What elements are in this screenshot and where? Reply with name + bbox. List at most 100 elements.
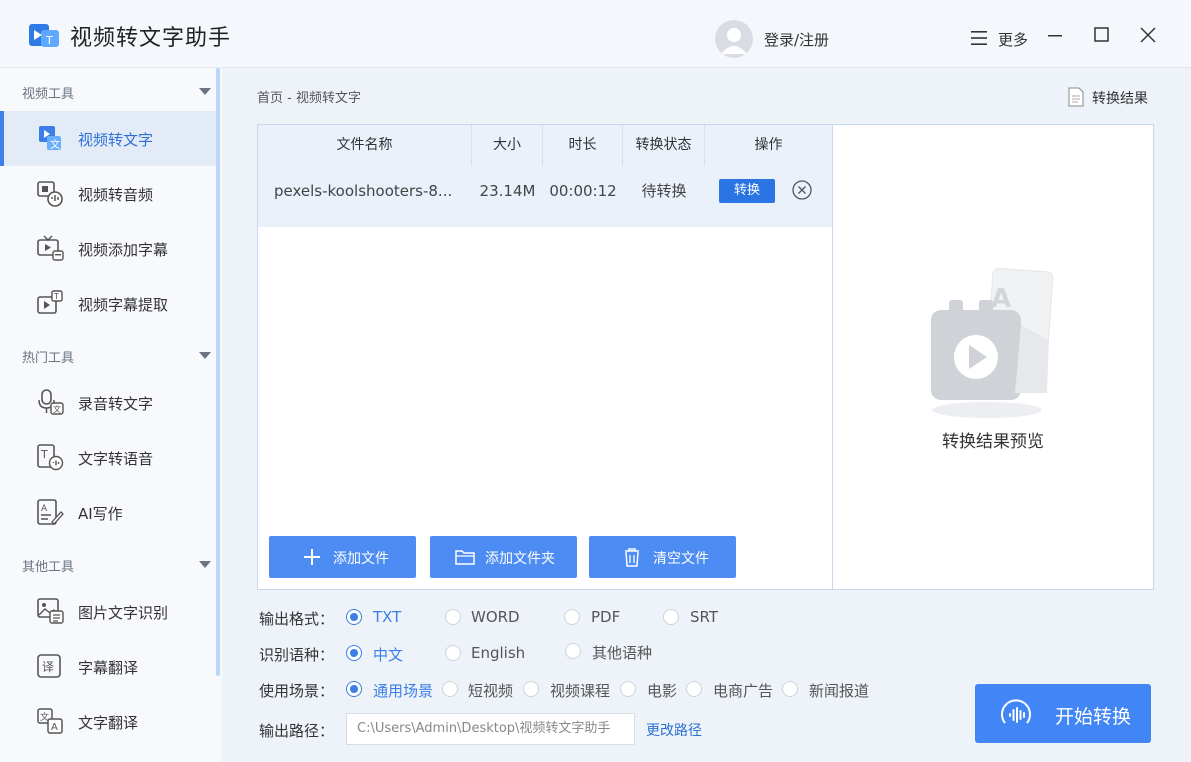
sidebar-item-text-translate[interactable]: 文 A 文字翻译 [0, 694, 216, 749]
sidebar-item-label: 字幕翻译 [78, 659, 139, 677]
language-radio-english[interactable] [445, 645, 461, 661]
clear-files-label: 清空文件 [653, 551, 709, 567]
sidebar-scrollbar[interactable] [216, 68, 220, 676]
sidebar-item-label: 录音转文字 [78, 395, 154, 413]
language-option-english[interactable]: English [471, 644, 525, 662]
scene-option-general[interactable]: 通用场景 [373, 680, 433, 701]
sidebar-item-extract-subtitle[interactable]: T 视频字幕提取 [0, 276, 216, 331]
maximize-icon[interactable] [1091, 24, 1113, 46]
sidebar-item-label: AI写作 [78, 505, 123, 523]
close-icon[interactable] [1137, 24, 1159, 46]
add-folder-button[interactable]: 添加文件夹 [430, 536, 577, 578]
table-row[interactable]: pexels-koolshooters-8... 23.14M 00:00:12… [258, 166, 832, 227]
file-duration: 00:00:12 [549, 182, 617, 200]
format-option-txt[interactable]: TXT [373, 608, 401, 626]
more-button[interactable]: 更多 [998, 29, 1028, 50]
sidebar-item-text-to-speech[interactable]: T 文字转语音 [0, 430, 216, 485]
output-path-input[interactable]: C:\Users\Admin\Desktop\视频转文字助手 [346, 713, 635, 745]
scene-radio-short-video[interactable] [442, 681, 458, 697]
format-option-word[interactable]: WORD [471, 608, 520, 626]
sidebar-item-label: 文字转语音 [78, 450, 154, 468]
group-other-tools[interactable]: 其他工具 [0, 543, 216, 583]
svg-text:文: 文 [53, 404, 61, 414]
language-option-other[interactable]: 其他语种 [592, 642, 652, 663]
file-name: pexels-koolshooters-8... [274, 182, 453, 200]
file-size: 23.14M [479, 182, 536, 200]
menu-icon[interactable] [970, 29, 988, 47]
scene-option-course[interactable]: 视频课程 [550, 680, 610, 701]
clear-files-button[interactable]: 清空文件 [589, 536, 736, 578]
scene-radio-news[interactable] [782, 681, 798, 697]
group-hot-tools[interactable]: 热门工具 [0, 334, 216, 374]
sidebar-item-subtitle-translate[interactable]: 译 字幕翻译 [0, 639, 216, 694]
login-link[interactable]: 登录/注册 [764, 29, 829, 50]
language-radio-other[interactable] [565, 643, 581, 659]
table-header: 文件名称 大小 时长 转换状态 操作 [258, 125, 832, 166]
format-radio-word[interactable] [445, 609, 461, 625]
svg-text:A: A [51, 722, 58, 733]
output-format-row: 输出格式： TXT WORD PDF SRT [259, 606, 959, 630]
minimize-icon[interactable] [1044, 24, 1066, 46]
file-list-panel: 文件名称 大小 时长 转换状态 操作 pexels-koolshooters-8… [257, 124, 833, 590]
format-option-pdf[interactable]: PDF [591, 608, 620, 626]
scene-row: 使用场景： 通用场景 短视频 视频课程 电影 电商广告 新闻报道 [259, 678, 959, 702]
svg-text:A: A [991, 284, 1011, 314]
language-radio-chinese[interactable] [346, 645, 362, 661]
avatar[interactable] [715, 20, 753, 58]
scene-radio-general[interactable] [346, 681, 362, 697]
svg-text:文: 文 [50, 138, 60, 151]
language-label: 识别语种： [259, 646, 335, 664]
text-to-speech-icon: T [37, 444, 64, 471]
sidebar-item-label: 文字翻译 [78, 714, 139, 732]
sidebar-item-ai-writing[interactable]: A AI写作 [0, 485, 216, 540]
output-format-label: 输出格式： [259, 610, 335, 628]
column-header-name: 文件名称 [258, 125, 472, 166]
preview-label: 转换结果预览 [942, 432, 1044, 452]
svg-text:A: A [41, 504, 48, 514]
sidebar-item-label: 视频转文字 [78, 131, 154, 149]
scene-option-movie[interactable]: 电影 [647, 680, 677, 701]
column-header-action: 操作 [754, 137, 783, 153]
group-label: 热门工具 [22, 351, 75, 366]
convert-button[interactable]: 转换 [719, 179, 775, 203]
scene-radio-ecommerce[interactable] [686, 681, 702, 697]
change-path-link[interactable]: 更改路径 [646, 720, 702, 740]
scene-radio-movie[interactable] [620, 681, 636, 697]
svg-text:译: 译 [42, 660, 54, 674]
add-file-button[interactable]: 添加文件 [269, 536, 416, 578]
format-option-srt[interactable]: SRT [690, 608, 718, 626]
start-convert-button[interactable]: 开始转换 [975, 684, 1151, 743]
sidebar: 视频工具 文 视频转文字 视频转音频 视频添加字幕 T 视频字幕提取 热门工具 … [0, 68, 222, 762]
result-link-label: 转换结果 [1092, 91, 1148, 107]
sidebar-item-add-subtitle[interactable]: 视频添加字幕 [0, 221, 216, 276]
format-radio-pdf[interactable] [564, 609, 580, 625]
group-label: 视频工具 [22, 87, 75, 102]
trash-icon [625, 548, 639, 567]
svg-text:T: T [53, 292, 59, 301]
format-radio-txt[interactable] [346, 609, 362, 625]
scene-option-short-video[interactable]: 短视频 [468, 680, 513, 701]
remove-icon[interactable] [791, 179, 813, 201]
scene-radio-course[interactable] [523, 681, 539, 697]
output-path-row: 输出路径： [259, 718, 349, 742]
sidebar-item-video-to-text[interactable]: 文 视频转文字 [0, 111, 216, 166]
sidebar-item-video-to-audio[interactable]: 视频转音频 [0, 166, 216, 221]
language-option-chinese[interactable]: 中文 [373, 644, 403, 665]
sidebar-item-record-to-text[interactable]: 文 录音转文字 [0, 375, 216, 430]
column-header-duration: 时长 [543, 125, 623, 166]
video-to-text-icon: 文 [39, 126, 61, 151]
image-ocr-icon [37, 598, 64, 624]
sidebar-item-image-ocr[interactable]: 图片文字识别 [0, 584, 216, 639]
group-video-tools[interactable]: 视频工具 [0, 70, 216, 110]
scene-option-ecommerce[interactable]: 电商广告 [713, 680, 773, 701]
format-radio-srt[interactable] [663, 609, 679, 625]
start-convert-label: 开始转换 [1055, 706, 1132, 728]
group-label: 其他工具 [22, 560, 75, 575]
folder-icon [455, 550, 475, 565]
chevron-down-icon [199, 352, 211, 359]
chevron-down-icon [199, 561, 211, 568]
text-translate-icon: 文 A [37, 708, 63, 734]
scene-option-news[interactable]: 新闻报道 [809, 680, 869, 701]
ai-writing-icon: A [37, 499, 64, 525]
user-icon [721, 28, 747, 54]
